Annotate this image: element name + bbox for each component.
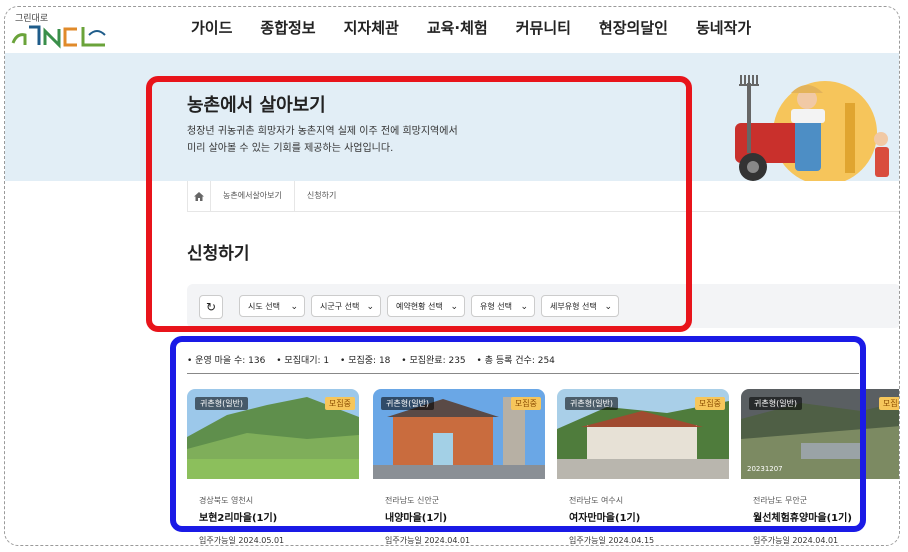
status-badge: 모집중 (878, 397, 899, 410)
main-nav: 가이드 종합정보 지자체관 교육·체험 커뮤니티 현장의달인 동네작가 (191, 17, 779, 38)
card-move-in-date: 입주가능일 2024.04.15 (569, 536, 655, 545)
card-move-in-date: 입주가능일 2024.04.01 (385, 536, 471, 545)
highlight-box-red (146, 76, 692, 332)
nav-community[interactable]: 커뮤니티 (516, 17, 571, 38)
highlight-box-blue (170, 336, 866, 532)
nav-masters[interactable]: 현장의달인 (599, 17, 668, 38)
card-move-in-date: 입주가능일 2024.05.01 (199, 536, 285, 545)
nav-local-gov[interactable]: 지자체관 (344, 17, 399, 38)
card-move-in-date: 입주가능일 2024.04.01 (753, 536, 839, 545)
site-header: 그린대로 가이드 종합정보 지자체관 교육·체험 커뮤니티 현장의달인 동네작가 (5, 7, 899, 53)
nav-education[interactable]: 교육·체험 (427, 17, 488, 38)
logo-mark-icon (11, 25, 106, 49)
nav-guide[interactable]: 가이드 (191, 17, 232, 38)
farmer-illustration-icon (735, 75, 889, 181)
nav-local-artist[interactable]: 동네작가 (696, 17, 751, 38)
nav-info[interactable]: 종합정보 (260, 17, 315, 38)
site-logo[interactable]: 그린대로 (9, 11, 109, 49)
